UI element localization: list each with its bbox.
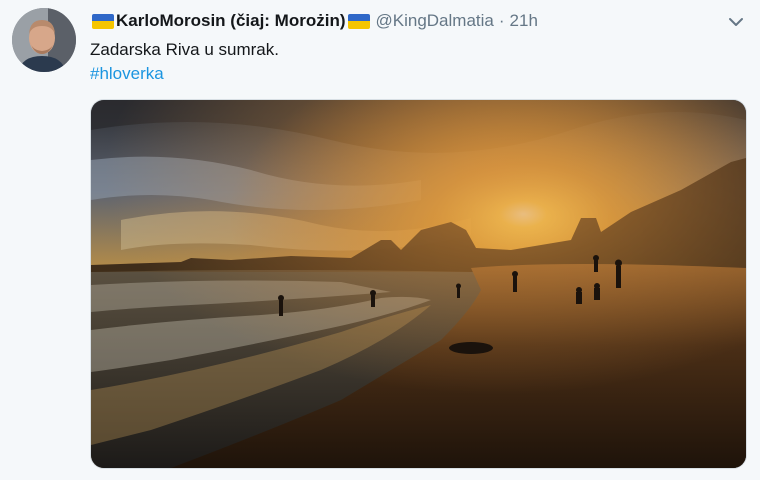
- chevron-down-icon[interactable]: [726, 12, 746, 32]
- user-handle[interactable]: @KingDalmatia: [376, 10, 494, 32]
- ukraine-flag-icon: [347, 13, 370, 29]
- tweet-header: KarloMorosin (čiaj: Morożin) @KingDalmat…: [90, 10, 538, 32]
- hashtag-link[interactable]: #hloverka: [90, 62, 164, 86]
- tweet-text: Zadarska Riva u sumrak.: [90, 40, 279, 59]
- separator-dot: ·: [498, 11, 505, 30]
- timestamp[interactable]: 21h: [510, 10, 538, 32]
- ukraine-flag-icon: [92, 13, 114, 29]
- tweet: KarloMorosin (čiaj: Morożin) @KingDalmat…: [0, 0, 760, 480]
- tweet-photo[interactable]: [90, 99, 747, 469]
- avatar[interactable]: [12, 8, 76, 72]
- display-name[interactable]: KarloMorosin (čiaj: Morożin): [116, 10, 346, 32]
